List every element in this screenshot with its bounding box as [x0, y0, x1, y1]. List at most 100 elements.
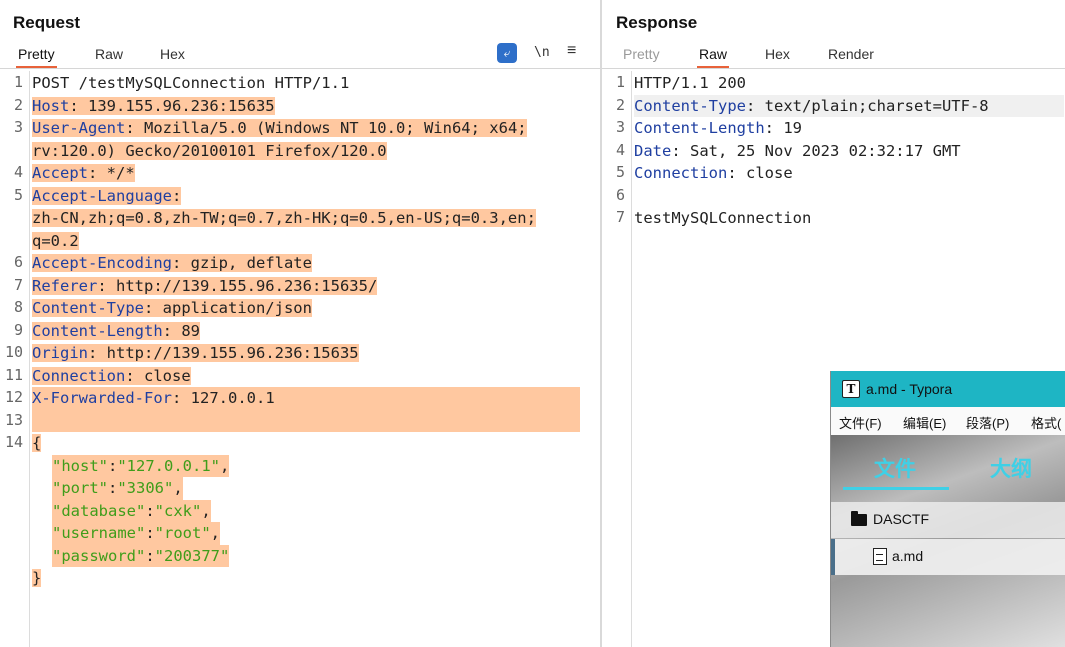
colon: : — [727, 164, 737, 182]
colon: : — [125, 366, 135, 385]
file-icon — [873, 548, 887, 565]
line-number: 13 — [4, 410, 23, 429]
colon: : — [88, 344, 98, 362]
request-pane: Request Pretty Raw Hex ⤶ \n ≡ 1 POST /tes… — [0, 0, 600, 647]
code-line: POST /testMySQLConnection HTTP/1.1 — [32, 72, 349, 95]
code-line: Content-Type: text/plain;charset=UTF-8 — [634, 94, 1064, 117]
header-value: */* — [97, 164, 135, 182]
header-value: Mozilla/5.0 (Windows NT 10.0; Win64; x64… — [134, 119, 527, 137]
tree-file-item[interactable]: a.md — [831, 539, 1065, 575]
tab-hex[interactable]: Hex — [158, 46, 187, 66]
code-text: rv:120.0) Gecko/20100101 Firefox/120.0 — [32, 141, 387, 160]
line-number: 4 — [13, 163, 23, 181]
header-name: Accept-Language — [32, 186, 172, 205]
request-editor[interactable]: 1 POST /testMySQLConnection HTTP/1.1 2 Host… — [0, 71, 600, 647]
code-line: X-Forwarded-For: 127.0.0.1 — [32, 387, 275, 410]
sidebar-tab-files[interactable]: 文件 — [874, 453, 916, 483]
line-number: 4 — [615, 140, 625, 159]
code-line: } — [32, 567, 42, 590]
sidebar-tab-outline[interactable]: 大纲 — [990, 453, 1032, 483]
header-value: 127.0.0.1 — [181, 389, 275, 407]
menu-paragraph[interactable]: 段落(P) — [966, 413, 1009, 432]
code-line: Accept-Language: — [32, 185, 182, 208]
code-line: Origin: http://139.155.96.236:15635 — [32, 342, 359, 365]
json-value: "cxk" — [154, 501, 202, 520]
code-line: Accept-Encoding: gzip, deflate — [32, 252, 312, 275]
line-number: 3 — [615, 118, 625, 136]
tree-folder-item[interactable]: DASCTF — [831, 502, 1065, 538]
code-line: testMySQLConnection — [634, 207, 811, 230]
json-value: "200377" — [154, 546, 230, 565]
line-number: 6 — [13, 253, 23, 271]
line-number: 12 — [4, 388, 23, 406]
colon: : — [745, 96, 756, 115]
tab-hex[interactable]: Hex — [763, 46, 792, 66]
colon: : — [145, 524, 155, 542]
json-comma: , — [173, 479, 183, 497]
colon: : — [171, 389, 182, 407]
colon: : — [145, 501, 155, 520]
tab-pretty[interactable]: Pretty — [621, 46, 662, 66]
colon: : — [162, 321, 172, 340]
show-newlines-button[interactable]: \n — [534, 45, 550, 60]
json-key: "password" — [52, 546, 146, 565]
tab-raw[interactable]: Raw — [93, 46, 125, 66]
menu-icon[interactable]: ≡ — [567, 42, 576, 60]
code-line: Accept: */* — [32, 162, 135, 185]
folder-icon — [851, 511, 867, 526]
tab-raw[interactable]: Raw — [697, 46, 730, 68]
colon: : — [108, 456, 118, 475]
colon: : — [88, 164, 98, 182]
colon: : — [143, 299, 154, 317]
json-key: "database" — [52, 501, 146, 520]
colon: : — [97, 276, 107, 295]
request-title: Request — [13, 13, 81, 32]
tab-divider — [0, 68, 600, 69]
line-number: 11 — [4, 365, 23, 384]
code-line: "database":"cxk", — [52, 499, 211, 522]
code-line: "password":"200377" — [52, 544, 230, 567]
colon: : — [145, 546, 155, 565]
json-comma: , — [220, 456, 230, 475]
header-name: Content-Length — [634, 119, 765, 137]
line-number: 8 — [13, 298, 23, 316]
menu-format[interactable]: 格式( — [1031, 413, 1061, 432]
code-text: testMySQLConnection — [634, 209, 812, 227]
active-tab-underline — [843, 487, 949, 490]
header-value: Sat, 25 Nov 2023 02:32:17 GMT — [680, 141, 961, 160]
tab-render[interactable]: Render — [826, 46, 876, 66]
code-line: HTTP/1.1 200 — [634, 72, 746, 95]
line-number: 2 — [13, 95, 23, 114]
menu-file[interactable]: 文件(F) — [839, 413, 882, 432]
typora-titlebar[interactable]: T a.md - Typora — [831, 371, 1065, 407]
header-value: gzip, deflate — [181, 254, 312, 272]
line-number: 9 — [13, 320, 23, 339]
header-name: Connection — [32, 366, 126, 385]
header-value: 139.155.96.236:15635 — [78, 96, 275, 115]
menu-edit[interactable]: 编辑(E) — [903, 413, 946, 432]
header-value: 19 — [774, 119, 802, 137]
code-text: { — [32, 434, 42, 452]
json-value: "root" — [154, 524, 211, 542]
header-name: Accept-Encoding — [32, 254, 172, 272]
typora-window[interactable]: T a.md - Typora 文件(F) 编辑(E) 段落(P) 格式( 文件… — [830, 371, 1065, 647]
colon: : — [171, 186, 182, 205]
code-line: Content-Length: 19 — [634, 117, 802, 140]
header-value: http://139.155.96.236:15635/ — [106, 276, 378, 295]
typora-sidebar: 文件 大纲 DASCTF a.md — [831, 435, 1065, 647]
typora-menubar: 文件(F) 编辑(E) 段落(P) 格式( — [831, 407, 1065, 435]
wrap-lines-icon[interactable]: ⤶ — [497, 43, 517, 63]
tab-pretty[interactable]: Pretty — [16, 46, 57, 68]
code-line: "host":"127.0.0.1", — [52, 454, 230, 477]
code-text: zh-CN,zh;q=0.8,zh-TW;q=0.7,zh-HK;q=0.5,e… — [32, 209, 536, 227]
header-name: Accept — [32, 164, 88, 182]
code-line: Content-Length: 89 — [32, 320, 200, 343]
json-value: "3306" — [117, 479, 174, 497]
file-label: a.md — [892, 548, 924, 564]
header-value: close — [736, 164, 793, 182]
line-number: 10 — [4, 343, 23, 361]
header-value: text/plain;charset=UTF-8 — [755, 96, 989, 115]
header-value: close — [134, 366, 191, 385]
json-key: "username" — [52, 524, 146, 542]
gutter-divider — [29, 71, 30, 647]
